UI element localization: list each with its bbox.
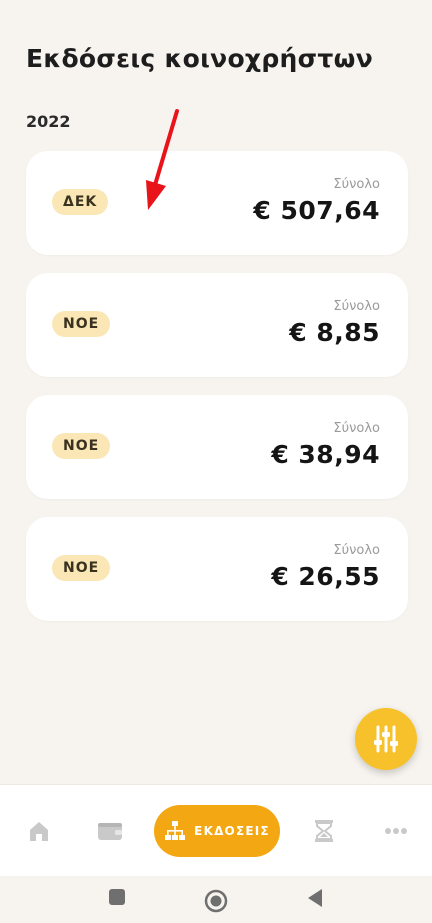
total-amount: € 8,85 [289, 318, 380, 347]
system-nav-bar [0, 876, 432, 923]
square-icon [109, 889, 125, 905]
month-badge: ΝΟΕ [52, 433, 111, 459]
nav-home-button[interactable] [18, 785, 60, 877]
page-title: Εκδόσεις κοινοχρήστων [26, 44, 374, 73]
circle-icon [204, 889, 228, 913]
back-triangle-icon [308, 889, 322, 907]
total-amount: € 507,64 [253, 196, 380, 225]
month-badge: ΔΕΚ [52, 189, 109, 215]
back-system-button[interactable] [306, 888, 324, 912]
nav-history-button[interactable] [304, 785, 344, 877]
total-label: Σύνολο [333, 299, 380, 314]
total-amount: € 38,94 [271, 440, 380, 469]
home-icon [30, 822, 48, 841]
home-system-button[interactable] [204, 889, 228, 917]
recents-button[interactable] [108, 888, 126, 910]
hierarchy-icon [165, 821, 186, 840]
more-icon [385, 828, 407, 834]
year-label: 2022 [26, 112, 71, 131]
month-badge: ΝΟΕ [52, 555, 111, 581]
hourglass-icon [315, 820, 333, 842]
sliders-icon [374, 725, 398, 753]
nav-issues-label: ΕΚΔΟΣΕΙΣ [194, 824, 270, 838]
total-amount: € 26,55 [271, 562, 380, 591]
issue-card[interactable]: ΝΟΕ Σύνολο € 8,85 [26, 273, 408, 377]
total-label: Σύνολο [333, 421, 380, 436]
nav-more-button[interactable] [376, 785, 416, 877]
nav-issues-button[interactable]: ΕΚΔΟΣΕΙΣ [154, 805, 280, 857]
nav-wallet-button[interactable] [88, 785, 132, 877]
month-badge: ΝΟΕ [52, 311, 111, 337]
issue-card[interactable]: ΝΟΕ Σύνολο € 26,55 [26, 517, 408, 621]
total-label: Σύνολο [333, 177, 380, 192]
wallet-icon [98, 823, 122, 840]
bottom-nav: ΕΚΔΟΣΕΙΣ [0, 784, 432, 877]
issue-card[interactable]: ΝΟΕ Σύνολο € 38,94 [26, 395, 408, 499]
issue-card[interactable]: ΔΕΚ Σύνολο € 507,64 [26, 151, 408, 255]
filter-fab-button[interactable] [355, 708, 417, 770]
total-label: Σύνολο [333, 543, 380, 558]
